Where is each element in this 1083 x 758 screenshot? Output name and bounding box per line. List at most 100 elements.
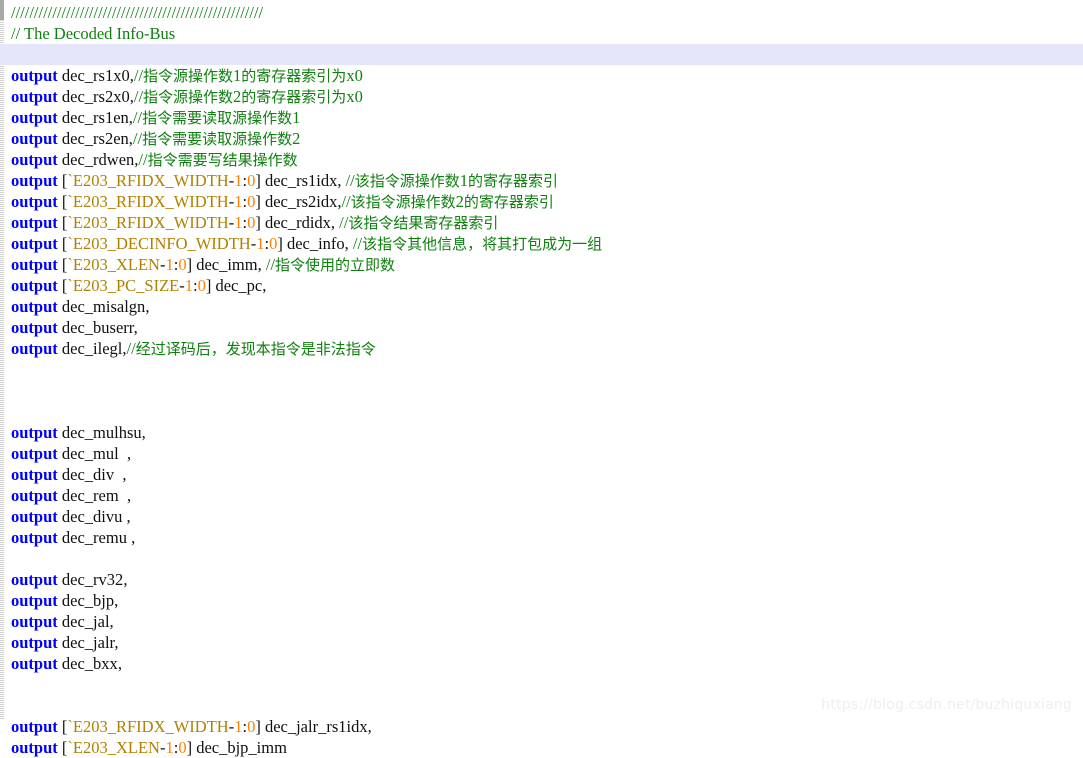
code-line[interactable]: output dec_ilegl,//经过译码后，发现本指令是非法指令 [0,338,1083,359]
code-token-keyword: output [11,570,58,589]
code-line[interactable]: output dec_bjp, [0,590,1083,611]
code-token-punct: , [131,528,136,547]
code-token-ident: dec_rs2x0 [61,87,130,106]
code-token-comment: // [341,192,351,211]
code-line[interactable]: output [`E203_RFIDX_WIDTH-1:0] dec_rs2id… [0,191,1083,212]
code-token-keyword: output [11,738,58,757]
code-token-number: 1 [165,255,174,274]
code-editor-view: ////////////////////////////////////////… [0,0,1083,757]
code-token-ident: dec_rv32 [61,570,124,589]
code-line[interactable]: output dec_misalgn, [0,296,1083,317]
code-token-ident: dec_buserr [61,318,134,337]
code-line[interactable]: output [`E203_RFIDX_WIDTH-1:0] dec_rs1id… [0,170,1083,191]
code-token-comment-cjk: 的寄存器索引 [468,172,559,190]
code-token-number: 1 [234,717,243,736]
code-token-number: 0 [247,717,256,736]
code-token-punct: , [262,276,267,295]
code-token-ident: dec_rs1x0 [61,66,130,85]
code-line[interactable]: output dec_remu , [0,527,1083,548]
code-token-macro: `E203_DECINFO_WIDTH [67,234,251,253]
code-line[interactable] [0,674,1083,695]
code-token-comment: ////////////////////////////////////////… [11,3,264,22]
code-token-punct: , [123,570,128,589]
code-line[interactable]: output dec_bxx, [0,653,1083,674]
code-token-ident: dec_rs1en [61,108,129,127]
code-token-comment: 1 [292,108,301,127]
code-line[interactable] [0,44,1083,65]
code-token-number: 0 [197,276,206,295]
code-line[interactable]: output [`E203_PC_SIZE-1:0] dec_pc, [0,275,1083,296]
code-line[interactable] [0,548,1083,569]
code-token-keyword: output [11,507,58,526]
code-token-comment: // [133,87,144,106]
code-token-comment-cjk: 该指令源操作数 [354,172,460,190]
code-token-ident: dec_bjp_imm [196,738,287,757]
code-token-comment-cjk: 指令使用的立即数 [275,256,396,274]
code-token-comment-cjk: 指令需要读取源操作数 [142,130,293,148]
code-line[interactable]: output dec_mul , [0,443,1083,464]
code-line[interactable]: output dec_rs1x0,//指令源操作数1的寄存器索引为x0 [0,65,1083,86]
code-token-keyword: output [11,255,58,274]
code-token-punct: , [141,423,146,442]
code-token-ident: dec_mulhsu [61,423,142,442]
code-lines-container[interactable]: ////////////////////////////////////////… [0,0,1083,758]
code-line[interactable]: output dec_buserr, [0,317,1083,338]
code-token-punct: , [126,444,132,463]
code-line[interactable]: output dec_jal, [0,611,1083,632]
code-token-comment: // [132,108,143,127]
code-line[interactable]: output dec_rv32, [0,569,1083,590]
code-line[interactable]: output dec_div , [0,464,1083,485]
code-token-ident: dec_rs2en [61,129,129,148]
code-token-keyword: output [11,108,58,127]
code-token-comment: // [138,150,148,169]
code-token-comment-cjk: 该指令结果寄存器索引 [348,214,499,232]
code-token-punct: , [133,318,138,337]
code-token-comment: // [133,66,144,85]
code-line[interactable]: output [`E203_RFIDX_WIDTH-1:0] dec_rdidx… [0,212,1083,233]
code-token-punct: , [330,213,340,232]
code-token-macro: `E203_PC_SIZE [67,276,180,295]
code-line[interactable]: output [`E203_RFIDX_WIDTH-1:0] dec_jalr_… [0,716,1083,737]
code-line[interactable]: output dec_rdwen,//指令需要写结果操作数 [0,149,1083,170]
code-line[interactable]: // The Decoded Info-Bus [0,23,1083,44]
code-token-keyword: output [11,486,58,505]
code-line[interactable] [0,401,1083,422]
code-token-ident: dec_rs1idx [264,171,338,190]
code-token-keyword: output [11,276,58,295]
code-token-keyword: output [11,633,58,652]
code-line[interactable]: output [`E203_XLEN-1:0] dec_imm, //指令使用的… [0,254,1083,275]
code-token-macro: `E203_RFIDX_WIDTH [67,192,229,211]
code-token-ident: dec_info [286,234,345,253]
code-line[interactable]: output dec_mulhsu, [0,422,1083,443]
code-line[interactable] [0,359,1083,380]
code-token-punct: , [114,591,119,610]
code-line[interactable]: output dec_rem , [0,485,1083,506]
code-token-keyword: output [11,717,58,736]
code-token-punct: , [367,717,372,736]
code-token-comment-cjk: 指令源操作数 [143,88,234,106]
code-line[interactable]: output dec_rs1en,//指令需要读取源操作数1 [0,107,1083,128]
code-token-comment: // The Decoded Info-Bus [11,24,176,43]
code-token-macro: `E203_RFIDX_WIDTH [67,171,229,190]
code-line[interactable]: ////////////////////////////////////////… [0,2,1083,23]
code-token-keyword: output [11,339,58,358]
code-token-ident: dec_divu [61,507,123,526]
code-line[interactable]: output dec_divu , [0,506,1083,527]
code-token-keyword: output [11,423,58,442]
code-token-ident: dec_jalr_rs1idx [264,717,368,736]
code-token-comment: // [126,339,136,358]
code-line[interactable] [0,380,1083,401]
code-token-keyword: output [11,465,58,484]
code-token-punct: , [117,654,122,673]
code-token-keyword: output [11,234,58,253]
code-token-keyword: output [11,66,58,85]
code-line[interactable] [0,695,1083,716]
code-line[interactable]: output [`E203_XLEN-1:0] dec_bjp_imm [0,737,1083,758]
code-line[interactable]: output dec_rs2x0,//指令源操作数2的寄存器索引为x0 [0,86,1083,107]
code-line[interactable]: output dec_rs2en,//指令需要读取源操作数2 [0,128,1083,149]
code-token-macro: `E203_XLEN [67,738,160,757]
code-line[interactable]: output [`E203_DECINFO_WIDTH-1:0] dec_inf… [0,233,1083,254]
code-line[interactable]: output dec_jalr, [0,632,1083,653]
code-token-comment: 2 [455,192,464,211]
